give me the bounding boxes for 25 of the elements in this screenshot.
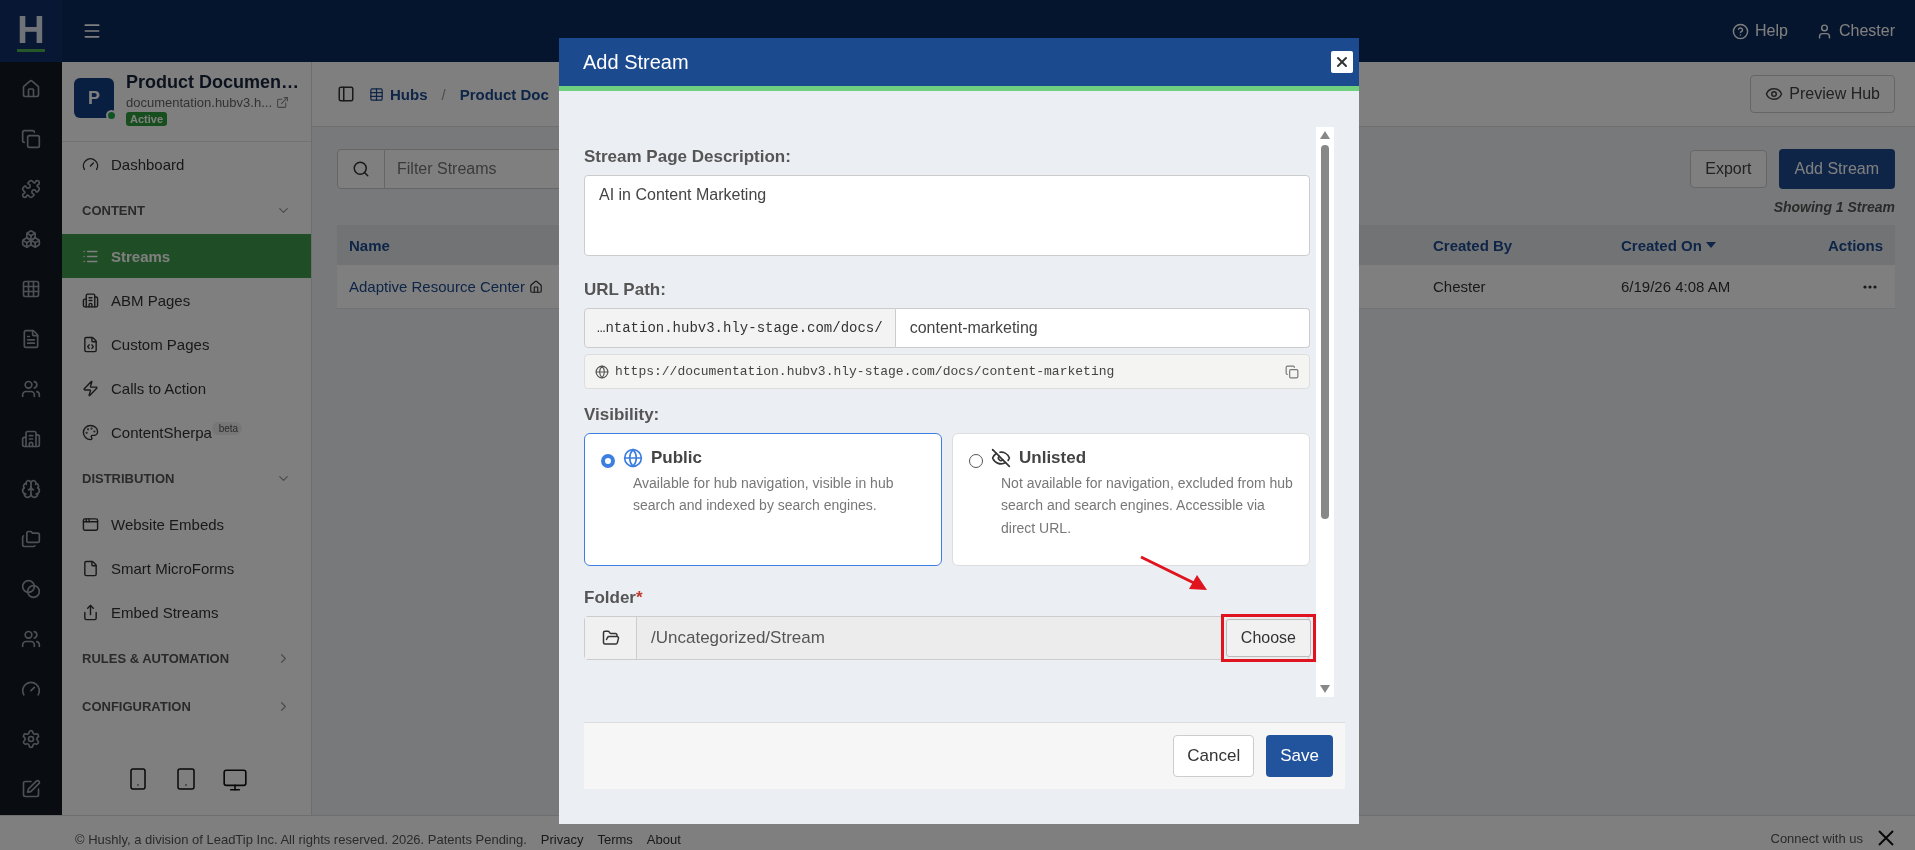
hub-domain: documentation.hubv3.h... (126, 95, 272, 110)
field-label: URL Path: (584, 280, 667, 300)
status-badge: Active (126, 112, 168, 126)
breadcrumb-separator: / (441, 85, 446, 103)
url-prefix: …ntation.hubv3.hly-stage.com/docs/ (584, 308, 896, 348)
field-label: Stream Page Description: (584, 147, 792, 167)
hub-name: Product Documen… (126, 72, 299, 93)
required-mark: * (635, 588, 643, 607)
option-title: Public (651, 448, 702, 468)
table-cell-text: Chester (1433, 278, 1487, 295)
connect-text: Connect with us (1770, 830, 1863, 846)
copyright-text: © Hushly, a division of LeadTip Inc. All rights reserved. 2026. Patents Pending. (75, 832, 527, 847)
url-preview-text: https://documentation.hubv3.hly-stage.com/docs/content-marketing (615, 364, 1116, 379)
logo-letter: H (17, 10, 45, 52)
table-cell-text: 6/19/26 4:08 AM (1621, 278, 1732, 295)
field-label: Visibility: (584, 405, 661, 425)
result-count: Showing 1 Stream (1773, 199, 1895, 215)
option-title: Unlisted (1019, 448, 1087, 468)
option-description: Available for hub navigation, visible in hub search and indexed by search engines. (632, 474, 895, 516)
beta-tag: beta (211, 422, 243, 435)
hub-avatar: P (74, 78, 114, 118)
field-label: Folder* (584, 588, 644, 608)
dialog-title: Add Stream (583, 50, 689, 74)
option-description: Not available for navigation, excluded from hub search and search engines. Accessible via direct URL. (1000, 474, 1293, 538)
folder-path: /Uncategorized/Stream (650, 628, 826, 648)
